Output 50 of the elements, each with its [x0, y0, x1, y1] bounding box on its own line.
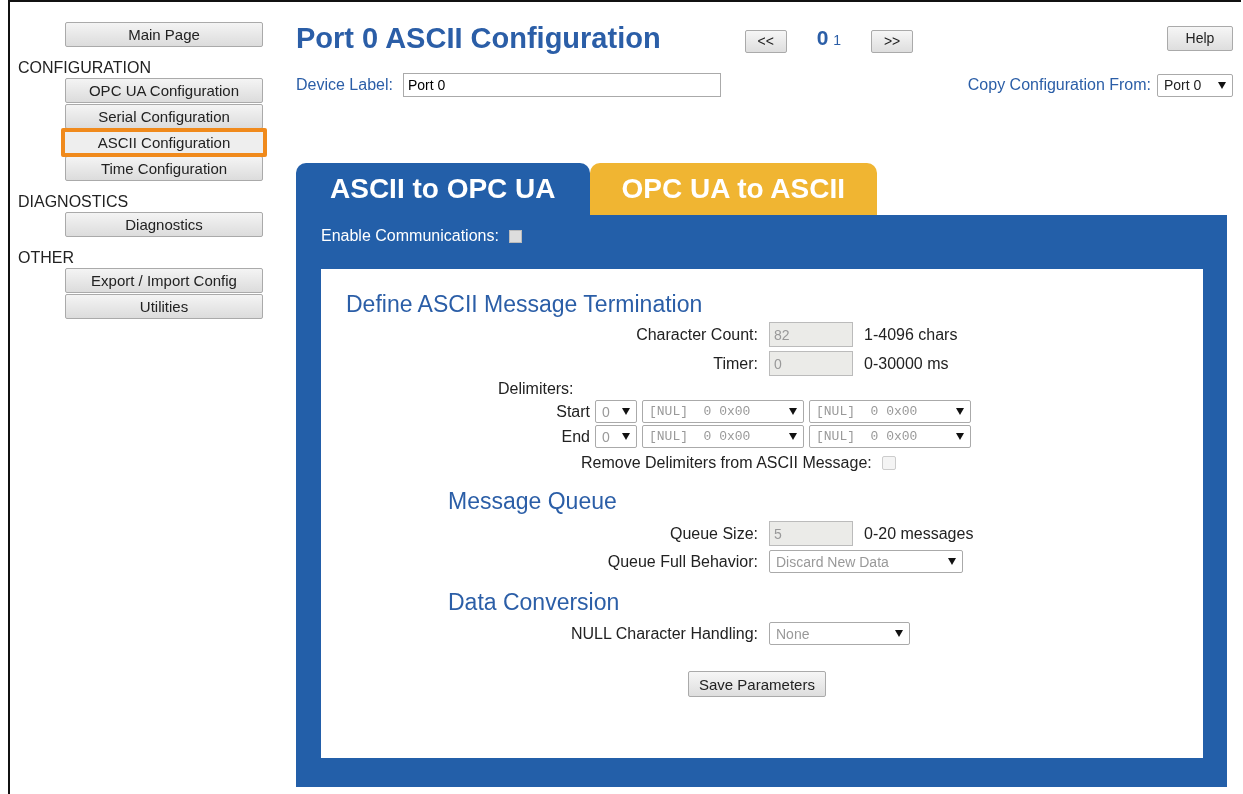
range-hint: 0-20 messages	[864, 524, 975, 543]
field-label: Device Label:	[296, 76, 393, 94]
field-label: Queue Full Behavior:	[606, 552, 758, 571]
section-heading: OTHER	[18, 249, 75, 267]
nav-button[interactable]: Utilities	[65, 294, 263, 319]
page-link[interactable]: 1	[833, 32, 842, 48]
delimiter-label: End	[560, 427, 590, 446]
range-hint: 0-30000 ms	[864, 354, 950, 373]
nav-button[interactable]: ASCII Configuration	[61, 128, 267, 157]
tab[interactable]: ASCII to OPC UA	[296, 163, 590, 215]
nav-button[interactable]: Serial Configuration	[65, 104, 263, 129]
previous-button[interactable]: <<	[744, 29, 787, 53]
caret-icon	[895, 630, 903, 637]
field-label: NULL Character Handling:	[569, 624, 758, 643]
next-button[interactable]: >>	[871, 29, 914, 53]
caret-icon	[622, 408, 630, 415]
checkbox[interactable]	[508, 229, 522, 243]
nav-button[interactable]: Diagnostics	[65, 212, 263, 237]
field-label: Queue Size:	[668, 524, 758, 543]
save-button[interactable]: Save Parameters	[688, 671, 826, 697]
section-heading: CONFIGURATION	[18, 59, 153, 77]
caret-icon	[956, 433, 964, 440]
delimiter-label: Start	[555, 402, 590, 421]
field-label: Copy Configuration From:	[967, 76, 1151, 94]
nav-button[interactable]: Time Configuration	[65, 156, 263, 181]
section-title: Define ASCII Message Termination	[346, 291, 704, 318]
enable-label: Enable Communications:	[321, 227, 499, 245]
page-title: Port 0 ASCII Configuration	[296, 21, 661, 55]
caret-icon	[956, 408, 964, 415]
copy-from-dropdown[interactable]: Port 0	[1157, 73, 1233, 97]
section-heading: DIAGNOSTICS	[18, 193, 130, 211]
section-title: Message Queue	[448, 488, 618, 515]
field-label: Timer:	[712, 354, 758, 373]
main-page-button[interactable]: Main Page	[65, 22, 263, 47]
delimiters-label: Delimiters:	[498, 380, 575, 398]
page-link[interactable]: 0	[816, 26, 829, 50]
checkbox[interactable]	[881, 456, 896, 470]
caret-icon	[789, 408, 797, 415]
caret-icon	[622, 433, 630, 440]
nav-button[interactable]: OPC UA Configuration	[65, 78, 263, 103]
caret-icon	[1218, 81, 1226, 89]
checkbox-label: Remove Delimiters from ASCII Message:	[581, 454, 872, 472]
device-label-field[interactable]: Port 0	[402, 73, 721, 97]
field-label: Character Count:	[635, 325, 758, 344]
range-hint: 1-4096 chars	[864, 325, 959, 344]
caret-icon	[789, 433, 797, 440]
help-button[interactable]: Help	[1167, 25, 1233, 51]
section-title: Data Conversion	[448, 589, 621, 616]
caret-icon	[948, 558, 956, 565]
nav-button[interactable]: Export / Import Config	[65, 268, 263, 293]
